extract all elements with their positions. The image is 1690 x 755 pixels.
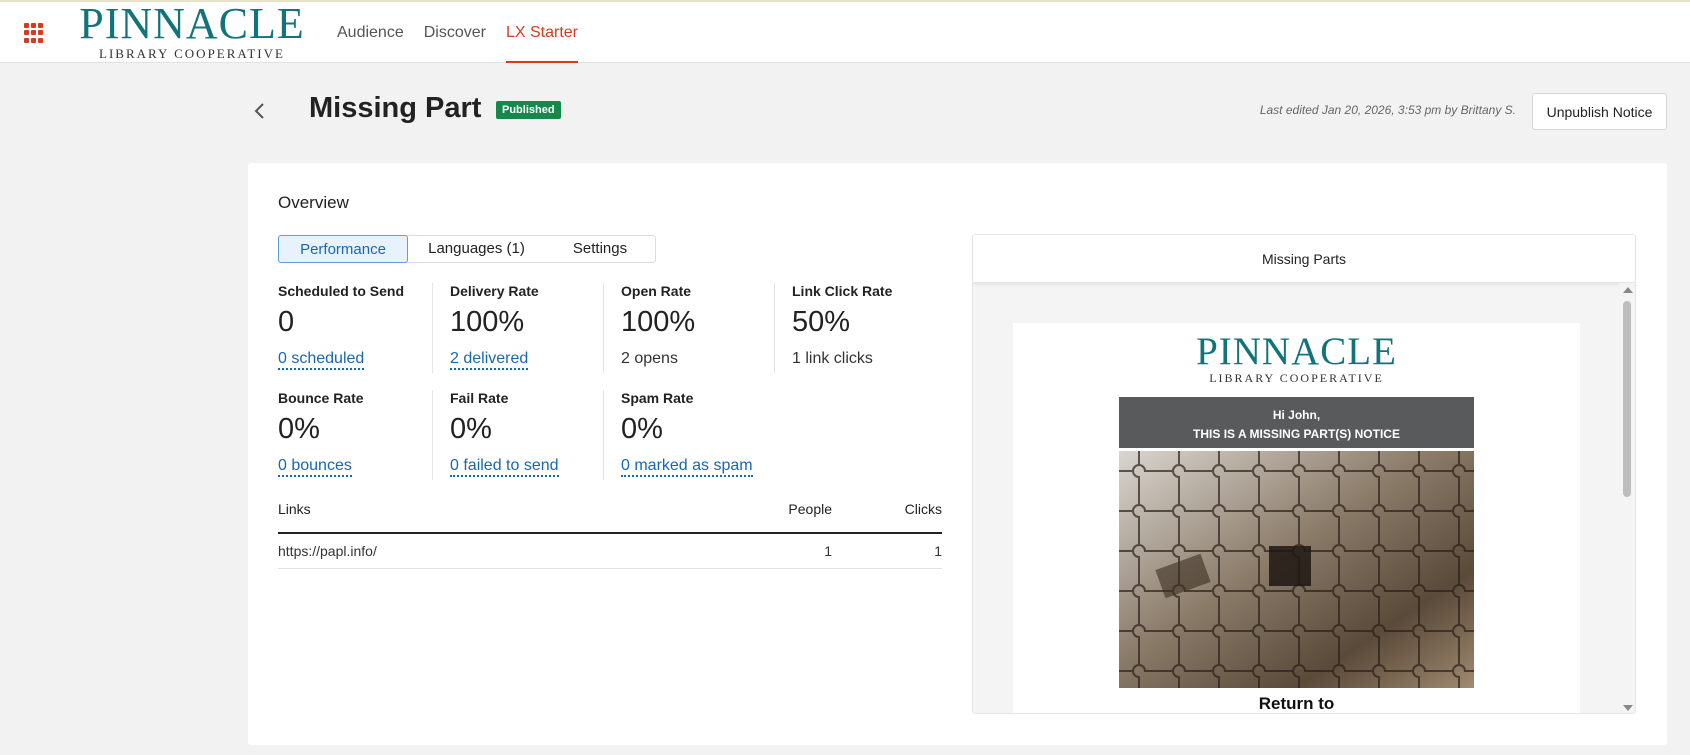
tab-performance[interactable]: Performance [278, 235, 408, 263]
scheduled-link[interactable]: 0 scheduled [278, 350, 365, 370]
last-edited-text: Last edited Jan 20, 2026, 3:53 pm by Bri… [1259, 103, 1516, 117]
column-header-people: People [788, 501, 832, 517]
email-greeting: Hi John, [1272, 408, 1321, 422]
link-url[interactable]: https://papl.info/ [278, 543, 732, 559]
nav-audience[interactable]: Audience [337, 2, 404, 63]
overview-tabs: Performance Languages (1) Settings [278, 235, 656, 263]
metric-value: 100% [450, 306, 525, 338]
clicks-count: 1 [934, 543, 942, 559]
metric-value: 0% [278, 413, 320, 445]
bounces-link[interactable]: 0 bounces [278, 457, 352, 477]
scroll-up-arrow-icon[interactable] [1623, 287, 1633, 293]
email-logo-wordmark: PINNACLE [1196, 330, 1397, 373]
table-row: https://papl.info/ 1 1 [278, 534, 942, 569]
metric-detail: 2 opens [621, 350, 678, 367]
main-nav: Audience Discover LX Starter [337, 2, 598, 63]
people-count: 1 [824, 543, 832, 559]
overview-heading: Overview [278, 193, 349, 212]
nav-lx-starter[interactable]: LX Starter [505, 2, 578, 63]
links-table: Links People Clicks https://papl.info/ 1… [278, 498, 942, 569]
page-title: Missing Part [309, 92, 482, 124]
metric-label: Scheduled to Send [278, 283, 405, 299]
metric-value: 0% [621, 413, 663, 445]
email-preview-panel: Missing Parts PINNACLE LIBRARY COOPERATI… [972, 234, 1636, 714]
puzzle-image [1119, 451, 1474, 688]
unpublish-notice-button[interactable]: Unpublish Notice [1532, 93, 1667, 130]
metric-fail: Fail Rate 0% 0 failed to send [432, 390, 602, 480]
metric-label: Bounce Rate [278, 390, 364, 406]
scroll-down-arrow-icon[interactable] [1623, 705, 1633, 711]
email-banner: Hi John, THIS IS A MISSING PART(S) NOTIC… [1119, 397, 1474, 448]
metric-value: 0 [278, 306, 295, 338]
spam-link[interactable]: 0 marked as spam [621, 457, 753, 477]
email-preview[interactable]: PINNACLE LIBRARY COOPERATIVE Hi John, TH… [1013, 323, 1580, 713]
metric-detail: 1 link clicks [792, 350, 873, 367]
metric-label: Link Click Rate [792, 283, 893, 299]
column-header-clicks: Clicks [904, 501, 942, 517]
metric-spam: Spam Rate 0% 0 marked as spam [603, 390, 773, 480]
metric-value: 100% [621, 306, 696, 338]
metric-link-click: Link Click Rate 50% 1 link clicks [774, 283, 944, 373]
metric-value: 50% [792, 306, 851, 338]
preview-scrollbar[interactable] [1619, 283, 1635, 713]
puzzle-illustration [1119, 451, 1474, 688]
metric-label: Spam Rate [621, 390, 694, 406]
email-heading: Return to [1258, 694, 1335, 713]
email-banner-text: THIS IS A MISSING PART(S) NOTICE [1193, 427, 1400, 441]
metric-bounce: Bounce Rate 0% 0 bounces [278, 390, 448, 480]
tab-languages[interactable]: Languages (1) [408, 236, 545, 262]
preview-title: Missing Parts [973, 235, 1635, 283]
table-header: Links People Clicks [278, 498, 942, 534]
scroll-thumb[interactable] [1623, 301, 1631, 497]
status-badge: Published [496, 101, 561, 119]
app-grid-icon[interactable] [24, 23, 44, 43]
metric-label: Open Rate [621, 283, 692, 299]
metric-open: Open Rate 100% 2 opens [603, 283, 773, 373]
failed-link[interactable]: 0 failed to send [450, 457, 559, 477]
logo-wordmark: PINNACLE [79, 0, 305, 48]
nav-discover[interactable]: Discover [424, 2, 486, 63]
metric-label: Fail Rate [450, 390, 509, 406]
metric-scheduled: Scheduled to Send 0 0 scheduled [278, 283, 448, 373]
delivered-link[interactable]: 2 delivered [450, 350, 529, 370]
metric-value: 0% [450, 413, 492, 445]
email-logo: PINNACLE LIBRARY COOPERATIVE [1013, 323, 1580, 384]
top-nav-bar: PINNACLE LIBRARY COOPERATIVE Audience Di… [0, 0, 1690, 63]
email-logo-tagline: LIBRARY COOPERATIVE [1209, 371, 1384, 385]
logo-tagline: LIBRARY COOPERATIVE [99, 46, 285, 61]
overview-card: Overview Performance Languages (1) Setti… [248, 163, 1667, 745]
metric-label: Delivery Rate [450, 283, 539, 299]
brand-logo[interactable]: PINNACLE LIBRARY COOPERATIVE [76, 0, 308, 61]
tab-settings[interactable]: Settings [545, 236, 655, 262]
back-arrow-icon[interactable] [252, 102, 268, 120]
column-header-links: Links [278, 501, 311, 517]
metric-delivery: Delivery Rate 100% 2 delivered [432, 283, 602, 373]
